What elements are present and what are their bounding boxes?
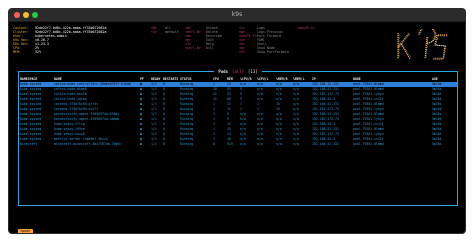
- breadcrumb[interactable]: <pod>: [18, 229, 33, 233]
- table-cell: 0: [163, 142, 165, 146]
- pane-title: Pods (all) [13]: [19, 69, 457, 74]
- window-title: k9s: [231, 11, 243, 18]
- table-cell: n/a: [240, 142, 246, 146]
- pods-table: Pods (all) [13] NAMESPACE NAME PF READY RESTAR…: [18, 69, 458, 206]
- hint-label: default: [165, 30, 179, 34]
- hint-key[interactable]: <1>: [151, 30, 157, 34]
- pane-title-name: Pods: [216, 69, 230, 74]
- hint-label: Show PortForward: [257, 50, 289, 54]
- hint-label: Kill: [206, 46, 214, 50]
- table-cell: minecraft: [20, 142, 38, 146]
- pane-title-namespace: (all): [229, 69, 247, 74]
- table-cell: 8: [213, 142, 215, 146]
- table-cell: n/a: [257, 142, 263, 146]
- table-cell: pool-79361-0lmmd: [353, 142, 384, 146]
- info-label: MEM:: [13, 50, 21, 54]
- k9s-logo-icon: [397, 29, 448, 60]
- title-bar: k9s: [9, 9, 465, 22]
- table-row[interactable]: minecraft minecraft-minecraft-5b47587db-l…: [20, 142, 457, 147]
- table-cell: ●: [140, 142, 142, 146]
- table-cell: 5m16s: [432, 142, 442, 146]
- pane-title-count: [13]: [246, 69, 260, 74]
- table-cell: Running: [180, 142, 194, 146]
- table-cell: 192.168.22.131: [312, 142, 339, 146]
- table-cell: n/a: [276, 142, 282, 146]
- hint-key[interactable]: <f>: [239, 50, 245, 54]
- status-bar: <pod>: [18, 217, 33, 233]
- info-value: 32%: [35, 50, 41, 54]
- terminal-window: k9s Context: 92de22f7-bd8c-422b-aaba-ff35…: [8, 8, 466, 234]
- table-cell: n/a: [293, 142, 299, 146]
- table-cell: 1/1: [151, 142, 157, 146]
- hint-key[interactable]: <shift-c>: [297, 26, 315, 30]
- table-cell: minecraft-minecraft-5b47587db-l9g6n: [54, 142, 122, 146]
- table-cell: 919: [227, 142, 233, 146]
- hint-key[interactable]: <ctrl-k>: [185, 46, 201, 50]
